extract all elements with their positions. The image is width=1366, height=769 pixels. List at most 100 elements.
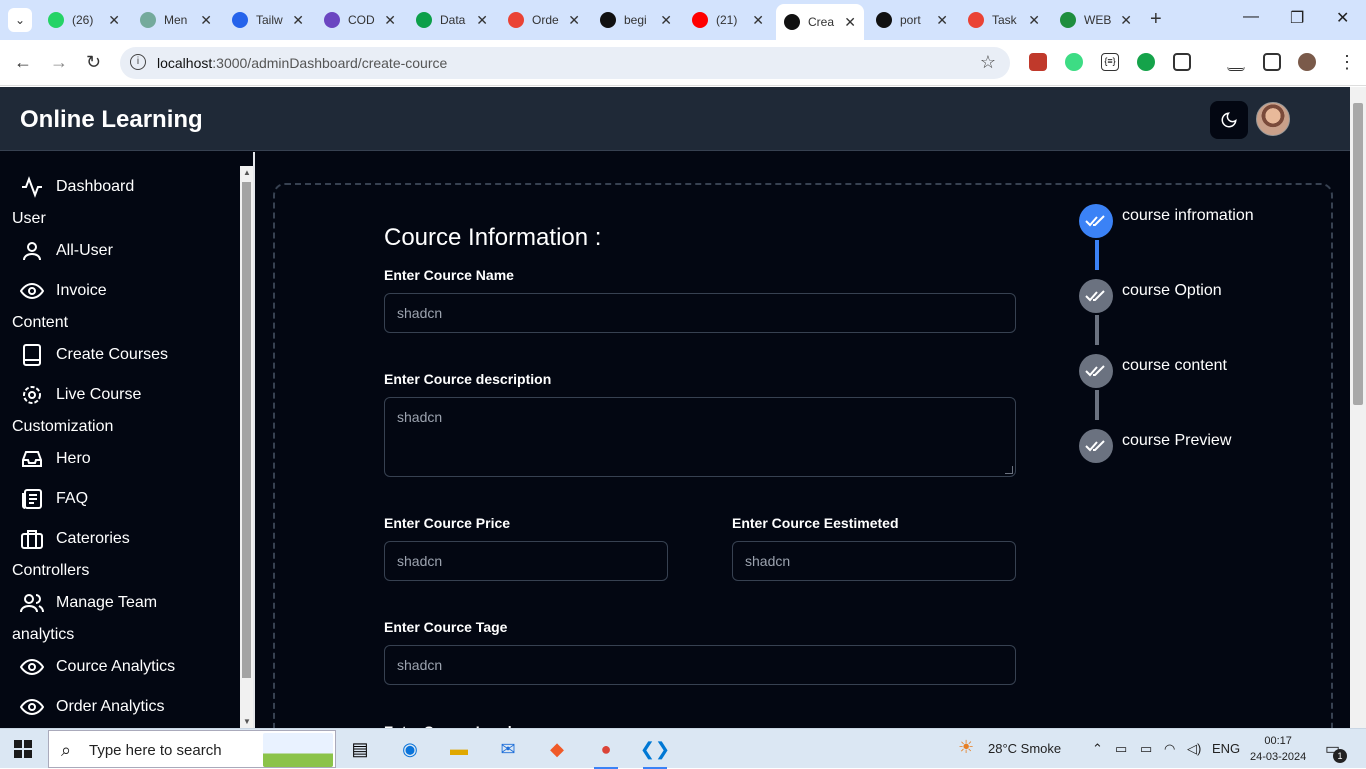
cource-estimated-input[interactable]: shadcn: [732, 541, 1016, 581]
windows-start-icon[interactable]: [14, 740, 32, 758]
tab-close-icon[interactable]: ✕: [844, 14, 856, 31]
tab-close-icon[interactable]: ✕: [384, 12, 396, 29]
sidebar-item-label: Create Courses: [56, 346, 169, 363]
profile-avatar[interactable]: [1298, 53, 1316, 71]
close-window-icon[interactable]: ✕: [1336, 8, 1349, 28]
browser-tab[interactable]: (26) ✕: [40, 6, 128, 34]
step-3-check-icon[interactable]: [1079, 354, 1113, 388]
media-control-icon[interactable]: [1227, 53, 1245, 71]
page-scrollbar[interactable]: [1350, 87, 1366, 728]
sidebar-item-all-user[interactable]: All-User: [20, 236, 113, 266]
cource-description-textarea[interactable]: shadcn: [384, 397, 1016, 477]
language-indicator[interactable]: ENG: [1212, 741, 1240, 756]
theme-toggle-button[interactable]: [1210, 101, 1248, 139]
sidebar-item-categories[interactable]: Caterories: [20, 524, 130, 554]
task-view-icon[interactable]: ▤: [346, 735, 374, 763]
browser-tab[interactable]: Data ✕: [408, 6, 496, 34]
browser-tab[interactable]: WEB ✕: [1052, 6, 1140, 34]
bookmark-star-icon[interactable]: ☆: [980, 52, 996, 73]
resize-handle-icon[interactable]: [1005, 466, 1013, 474]
eye-icon: [20, 282, 44, 300]
extension-icon[interactable]: [1065, 53, 1083, 71]
tray-app-icon[interactable]: ▭: [1115, 741, 1127, 757]
chrome-icon[interactable]: ●: [592, 735, 620, 769]
tab-close-icon[interactable]: ✕: [200, 12, 212, 29]
sidebar-item-create-courses[interactable]: Create Courses: [20, 340, 168, 370]
page-scroll-thumb[interactable]: [1353, 103, 1363, 405]
reload-icon[interactable]: ↻: [86, 52, 101, 73]
browser-tab[interactable]: Crea ✕: [776, 4, 864, 40]
sidebar-group-controllers: Controllers: [12, 562, 90, 579]
sidebar-item-manage-team[interactable]: Manage Team: [20, 588, 157, 618]
cource-tags-input[interactable]: shadcn: [384, 645, 1016, 685]
tab-close-icon[interactable]: ✕: [1028, 12, 1040, 29]
scroll-up-arrow-icon[interactable]: ▲: [243, 168, 251, 177]
tab-search-button[interactable]: ⌄: [8, 8, 32, 32]
weather-icon[interactable]: ☀: [958, 737, 974, 758]
json-extension-icon[interactable]: {≡}: [1101, 53, 1119, 71]
sidebar-item-live-course[interactable]: Live Course: [20, 380, 141, 410]
browser-tab[interactable]: Orde ✕: [500, 6, 588, 34]
weather-text[interactable]: 28°C Smoke: [988, 741, 1061, 756]
wifi-icon[interactable]: ◠: [1164, 741, 1175, 757]
step-2-check-icon[interactable]: [1079, 279, 1113, 313]
forward-icon[interactable]: →: [50, 52, 68, 73]
search-placeholder: Type here to search: [89, 742, 222, 759]
browser-tab-strip: ⌄ (26) ✕ Men ✕ Tailw ✕ COD ✕ Data ✕ Orde ✕ begi ✕ (21)…: [0, 0, 1366, 40]
sidebar-item-faq[interactable]: FAQ: [20, 484, 88, 514]
browser-menu-icon[interactable]: ⋮: [1338, 52, 1356, 73]
system-clock[interactable]: 00:17 24-03-2024: [1250, 733, 1306, 765]
tab-close-icon[interactable]: ✕: [476, 12, 488, 29]
extension-icon[interactable]: [1029, 53, 1047, 71]
vscode-icon[interactable]: ❮❯: [640, 735, 670, 769]
minimize-icon[interactable]: —: [1243, 8, 1259, 26]
tab-close-icon[interactable]: ✕: [108, 12, 120, 29]
edge-icon[interactable]: ◉: [396, 735, 424, 763]
grammarly-icon[interactable]: [1137, 53, 1155, 71]
new-tab-button[interactable]: +: [1150, 8, 1162, 31]
sidebar-item-cource-analytics[interactable]: Cource Analytics: [20, 652, 175, 682]
sidebar-item-label: FAQ: [56, 490, 89, 507]
inbox-icon: [22, 451, 42, 467]
moon-icon: [1221, 112, 1237, 128]
browser-tab[interactable]: Men ✕: [132, 6, 220, 34]
extensions-puzzle-icon[interactable]: [1173, 53, 1191, 71]
address-bar[interactable]: i localhost:3000/adminDashboard/create-c…: [120, 47, 1010, 79]
scroll-down-arrow-icon[interactable]: ▼: [243, 717, 251, 726]
restore-icon[interactable]: ❐: [1290, 8, 1304, 28]
sidebar-scrollbar[interactable]: ▲ ▼: [240, 166, 253, 728]
tab-close-icon[interactable]: ✕: [568, 12, 580, 29]
browser-tab[interactable]: (21) ✕: [684, 6, 772, 34]
browser-tab[interactable]: begi ✕: [592, 6, 680, 34]
side-panel-icon[interactable]: [1263, 53, 1281, 71]
browser-tab[interactable]: COD ✕: [316, 6, 404, 34]
tray-chevron-icon[interactable]: ⌃: [1092, 741, 1103, 757]
cource-price-input[interactable]: shadcn: [384, 541, 668, 581]
cource-name-input[interactable]: shadcn: [384, 293, 1016, 333]
sidebar-item-order-analytics[interactable]: Order Analytics: [20, 692, 164, 722]
sidebar-item-dashboard[interactable]: Dashboard: [20, 172, 134, 202]
taskbar-search[interactable]: ⌕ Type here to search: [48, 730, 336, 768]
battery-icon[interactable]: ▭: [1140, 741, 1152, 757]
activity-icon: [22, 176, 42, 198]
sidebar-item-hero[interactable]: Hero: [20, 444, 91, 474]
tab-close-icon[interactable]: ✕: [660, 12, 672, 29]
file-explorer-icon[interactable]: ▬: [445, 735, 473, 763]
mail-icon[interactable]: ✉: [494, 735, 522, 763]
tab-close-icon[interactable]: ✕: [292, 12, 304, 29]
sidebar-item-invoice[interactable]: Invoice: [20, 276, 107, 306]
sidebar-scroll-thumb[interactable]: [242, 182, 251, 678]
step-1-check-icon[interactable]: [1079, 204, 1113, 238]
tab-close-icon[interactable]: ✕: [752, 12, 764, 29]
brave-icon[interactable]: ◆: [543, 735, 571, 763]
volume-icon[interactable]: ◁): [1187, 741, 1201, 757]
back-icon[interactable]: ←: [14, 52, 32, 73]
browser-tab[interactable]: Task ✕: [960, 6, 1048, 34]
user-avatar[interactable]: [1256, 102, 1290, 136]
browser-tab[interactable]: port ✕: [868, 6, 956, 34]
step-4-check-icon[interactable]: [1079, 429, 1113, 463]
tab-close-icon[interactable]: ✕: [1120, 12, 1132, 29]
browser-tab[interactable]: Tailw ✕: [224, 6, 312, 34]
tab-close-icon[interactable]: ✕: [936, 12, 948, 29]
site-info-icon[interactable]: i: [130, 54, 146, 70]
